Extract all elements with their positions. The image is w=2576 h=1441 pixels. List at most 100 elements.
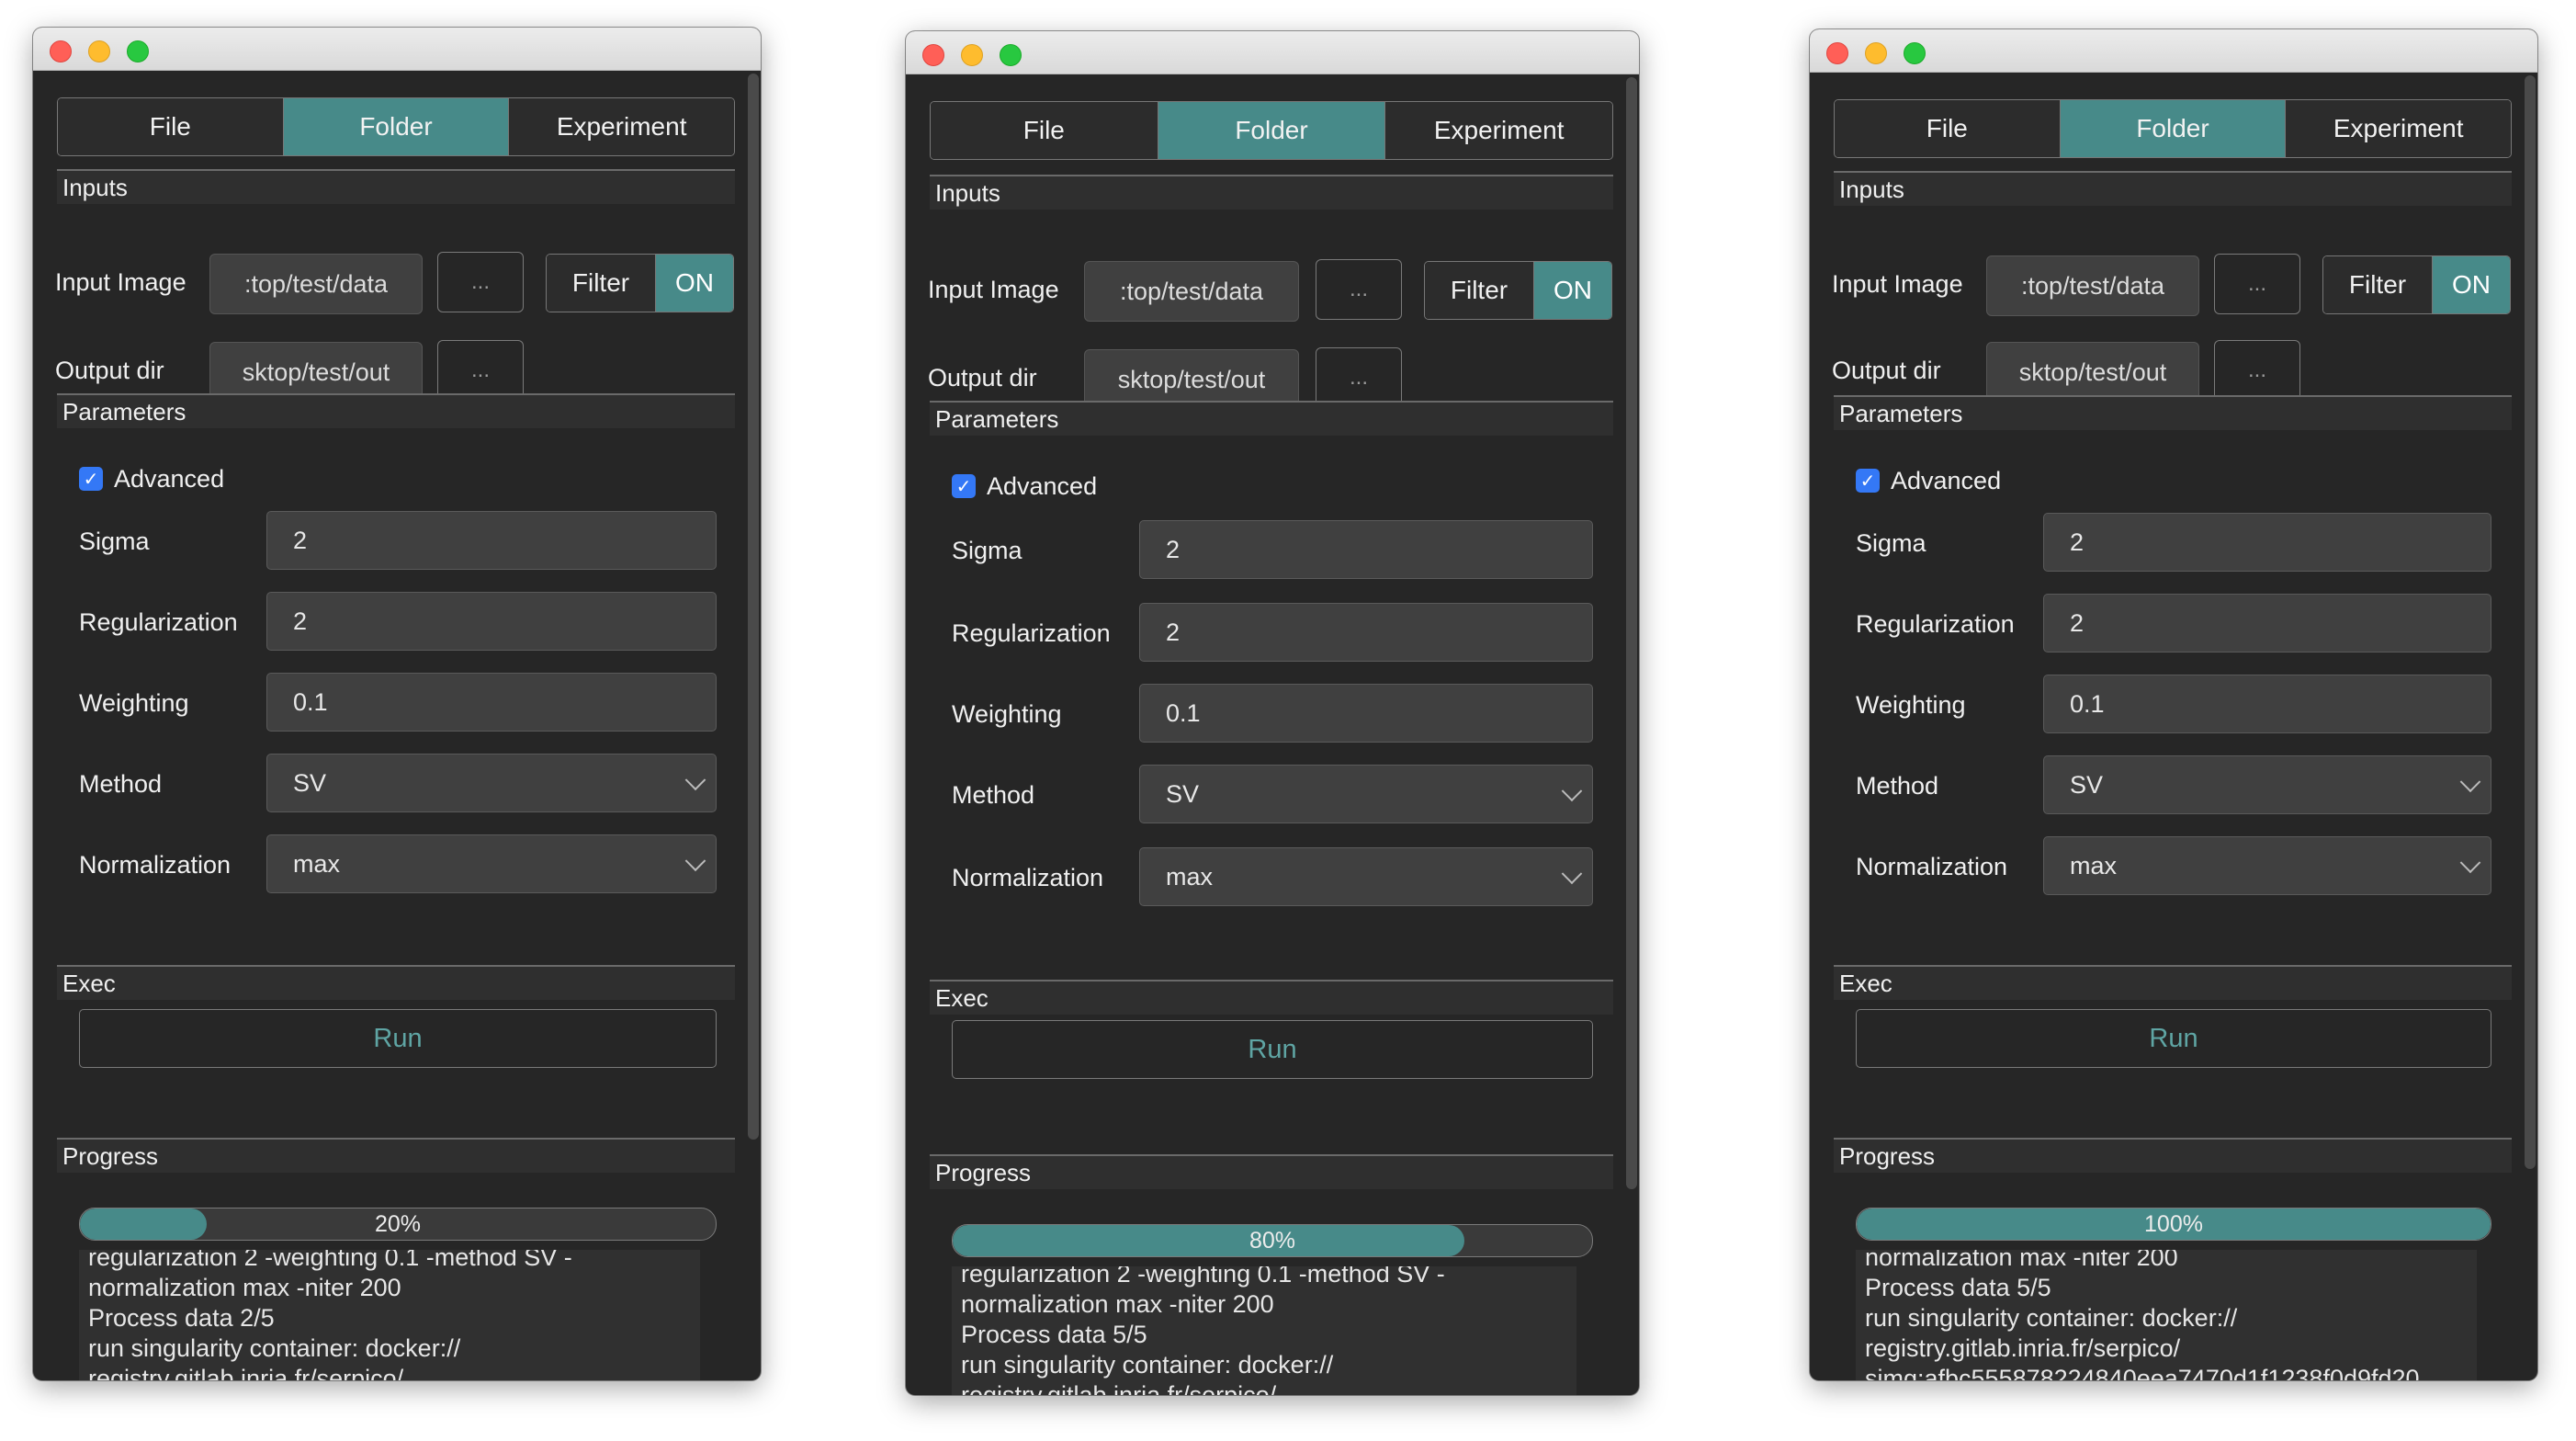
output-dir-label: Output dir [55,357,164,384]
advanced-label: Advanced [114,465,225,493]
advanced-label: Advanced [987,472,1098,500]
regularization-label: Regularization [952,619,1111,647]
section-parameters: Parameters [930,401,1613,436]
log-line: normalization max -niter 200 [88,1274,401,1301]
zoom-window-icon[interactable] [1904,42,1926,64]
method-select[interactable]: SV [2043,755,2491,814]
run-button[interactable]: Run [1856,1009,2491,1068]
regularization-input[interactable]: 2 [1139,603,1593,662]
sigma-input[interactable]: 2 [1139,520,1593,579]
input-image-label: Input Image [1832,270,1963,298]
sigma-label: Sigma [79,528,150,555]
filter-toggle[interactable]: Filter ON [1424,261,1612,320]
tab-experiment[interactable]: Experiment [2286,100,2511,157]
filter-label[interactable]: Filter [547,255,656,312]
progress-bar: 20% [79,1208,717,1241]
weighting-input[interactable]: 0.1 [266,673,717,732]
filter-on-state[interactable]: ON [2433,256,2510,313]
weighting-input[interactable]: 0.1 [1139,684,1593,743]
tab-file[interactable]: File [58,98,284,155]
section-progress: Progress [57,1138,735,1173]
input-image-browse-button[interactable]: ... [2214,254,2300,314]
filter-toggle[interactable]: Filter ON [2322,255,2511,314]
sigma-input[interactable]: 2 [2043,513,2491,572]
method-select[interactable]: SV [266,754,717,812]
input-image-field[interactable]: :top/test/data [209,254,423,314]
tab-folder[interactable]: Folder [283,98,510,155]
title-bar [1810,29,2537,73]
log-output: normalization max -niter 200 Process dat… [1856,1250,2477,1380]
close-window-icon[interactable] [50,40,72,62]
input-image-browse-button[interactable]: ... [437,252,524,312]
tab-file[interactable]: File [931,102,1158,159]
filter-toggle[interactable]: Filter ON [546,254,734,312]
tab-experiment[interactable]: Experiment [1385,102,1612,159]
input-image-label: Input Image [55,268,186,296]
title-bar [906,31,1639,74]
tab-folder[interactable]: Folder [1158,102,1386,159]
section-inputs: Inputs [1834,171,2512,206]
tab-bar: File Folder Experiment [930,101,1613,160]
advanced-checkbox[interactable]: ✓ [1856,469,1880,493]
weighting-label: Weighting [952,700,1062,728]
normalization-label: Normalization [79,851,232,879]
filter-label[interactable]: Filter [2323,256,2433,313]
run-button[interactable]: Run [79,1009,717,1068]
normalization-select[interactable]: max [1139,847,1593,906]
regularization-input[interactable]: 2 [266,592,717,651]
title-bar [33,28,761,71]
log-line: Process data 2/5 [88,1304,275,1332]
tab-file[interactable]: File [1835,100,2061,157]
output-dir-field[interactable]: sktop/test/out [1986,342,2199,403]
filter-on-state[interactable]: ON [1534,262,1611,319]
method-select[interactable]: SV [1139,765,1593,823]
filter-label[interactable]: Filter [1425,262,1534,319]
zoom-window-icon[interactable] [127,40,149,62]
section-exec: Exec [930,980,1613,1015]
normalization-select[interactable]: max [266,834,717,893]
normalization-select[interactable]: max [2043,836,2491,895]
minimize-window-icon[interactable] [961,44,983,66]
sigma-label: Sigma [1856,529,1926,557]
log-line: registry.gitlab.inria.fr/serpico/ [961,1381,1277,1395]
close-window-icon[interactable] [1826,42,1848,64]
chevron-down-icon [2459,771,2481,793]
advanced-label: Advanced [1891,467,2002,494]
run-button[interactable]: Run [952,1020,1593,1079]
advanced-checkbox[interactable]: ✓ [952,474,976,498]
log-line: Process data 5/5 [961,1321,1147,1348]
output-dir-label: Output dir [928,364,1037,391]
regularization-label: Regularization [79,608,238,636]
output-dir-browse-button[interactable]: ... [2214,340,2300,401]
section-exec: Exec [1834,965,2512,1000]
advanced-checkbox[interactable]: ✓ [79,467,103,491]
tab-experiment[interactable]: Experiment [509,98,734,155]
zoom-window-icon[interactable] [1000,44,1022,66]
input-image-field[interactable]: :top/test/data [1084,261,1299,322]
sigma-input[interactable]: 2 [266,511,717,570]
log-line: normalization max -niter 200 [961,1290,1274,1318]
output-dir-browse-button[interactable]: ... [437,340,524,401]
weighting-label: Weighting [1856,691,1966,719]
filter-on-state[interactable]: ON [656,255,733,312]
regularization-input[interactable]: 2 [2043,594,2491,652]
input-image-field[interactable]: :top/test/data [1986,255,2199,316]
minimize-window-icon[interactable] [88,40,110,62]
log-line: registry.gitlab.inria.fr/serpico/ [1865,1334,2181,1362]
minimize-window-icon[interactable] [1865,42,1887,64]
close-window-icon[interactable] [922,44,944,66]
method-label: Method [1856,772,1939,800]
log-line: run singularity container: docker:// [1865,1304,2238,1332]
progress-text: 80% [1248,1227,1296,1254]
input-image-browse-button[interactable]: ... [1316,259,1402,320]
weighting-label: Weighting [79,689,189,717]
tab-folder[interactable]: Folder [2060,100,2287,157]
normalization-value: max [293,849,341,878]
method-label: Method [79,770,163,798]
input-image-label: Input Image [928,276,1059,303]
section-progress: Progress [930,1154,1613,1189]
output-dir-browse-button[interactable]: ... [1316,347,1402,408]
chevron-down-icon [1561,780,1583,802]
normalization-label: Normalization [1856,853,2008,880]
weighting-input[interactable]: 0.1 [2043,675,2491,733]
